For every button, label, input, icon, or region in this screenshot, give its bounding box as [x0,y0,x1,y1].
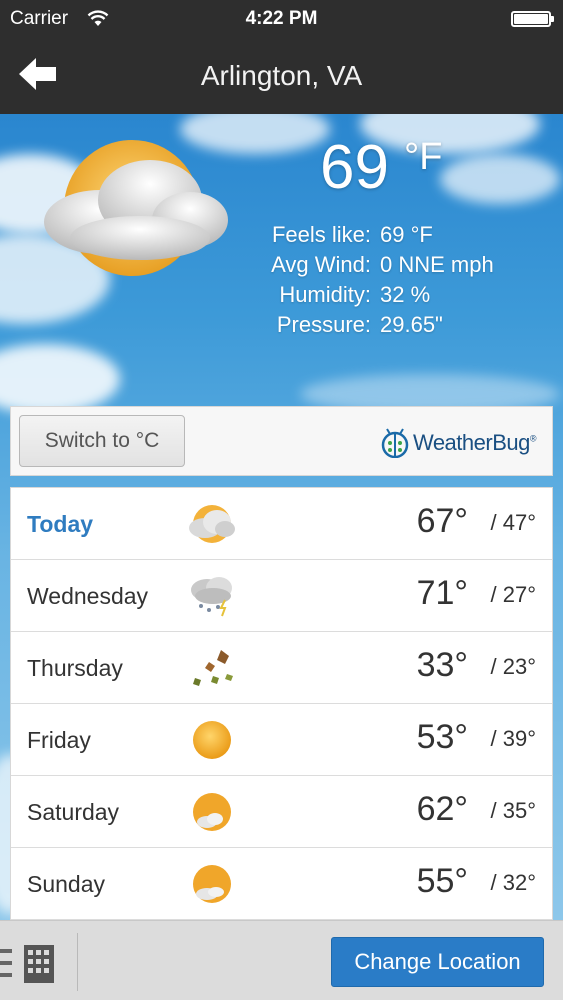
high-temp: 33° [416,646,468,684]
temperature-unit: °F [404,136,443,178]
pressure-row: Pressure: 29.65" [0,312,563,342]
switch-unit-button[interactable]: Switch to °C [19,415,185,467]
feels-like-label: Feels like: [271,222,371,247]
unit-switch-panel: Switch to °C WeatherBug® [10,406,553,476]
forecast-row[interactable]: Today 67° / 47° [11,488,552,560]
windy-leaves-icon [193,650,233,686]
mostly-sunny-icon [193,865,231,903]
battery-icon [511,11,554,27]
high-temp: 71° [416,574,468,612]
humidity-row: Humidity: 32 % [0,282,563,312]
building-icon[interactable] [24,943,54,983]
ladybug-icon [381,428,409,458]
toolbar-divider [77,933,78,991]
day-label: Wednesday [27,583,149,609]
mostly-sunny-icon [193,793,231,831]
day-label: Saturday [27,799,120,825]
current-temperature: 69 [320,133,389,202]
sunny-icon [193,721,231,759]
day-label: Sunday [27,871,106,897]
high-temp: 62° [416,790,468,828]
feels-like-row: Feels like: 69 °F [0,222,563,252]
day-label: Thursday [27,655,123,681]
high-temp: 53° [416,718,468,756]
day-label: Friday [27,727,91,753]
forecast-row[interactable]: Friday 53° / 39° [11,704,552,776]
wind-value: 0 NNE mph [380,252,494,277]
high-temp: 55° [416,862,468,900]
location-title: Arlington, VA [200,60,363,91]
forecast-row[interactable]: Sunday 55° / 32° [11,848,552,920]
day-label: Today [27,511,94,537]
nav-bar: Arlington, VA [0,38,563,114]
low-temp: / 39° [490,726,537,751]
weatherbug-logo: WeatherBug® [381,427,537,459]
brand-name: WeatherBug® [412,430,537,455]
status-bar: Carrier 4:22 PM [0,0,563,38]
low-temp: / 32° [490,870,537,895]
wind-label: Avg Wind: [271,252,371,277]
partly-cloudy-icon [189,505,235,543]
low-temp: / 27° [490,582,537,607]
low-temp: / 47° [490,510,537,535]
pressure-label: Pressure: [276,312,371,337]
feels-like-value: 69 °F [380,222,433,247]
wind-row: Avg Wind: 0 NNE mph [0,252,563,282]
forecast-list: Today 67° / 47° Wednesday 71° / 27° Thur… [10,487,553,920]
forecast-row[interactable]: Wednesday 71° / 27° [11,560,552,632]
humidity-value: 32 % [380,282,431,307]
change-location-button[interactable]: Change Location [331,937,544,987]
list-icon[interactable] [0,945,14,981]
low-temp: / 23° [490,654,537,679]
humidity-label: Humidity: [279,282,371,307]
high-temp: 67° [416,502,468,540]
forecast-row[interactable]: Saturday 62° / 35° [11,776,552,848]
clock: 4:22 PM [245,8,318,29]
bottom-toolbar: Change Location [0,920,563,1000]
forecast-row[interactable]: Thursday 33° / 23° [11,632,552,704]
low-temp: / 35° [490,798,537,823]
pressure-value: 29.65" [380,312,443,337]
storm-icon [191,577,232,617]
